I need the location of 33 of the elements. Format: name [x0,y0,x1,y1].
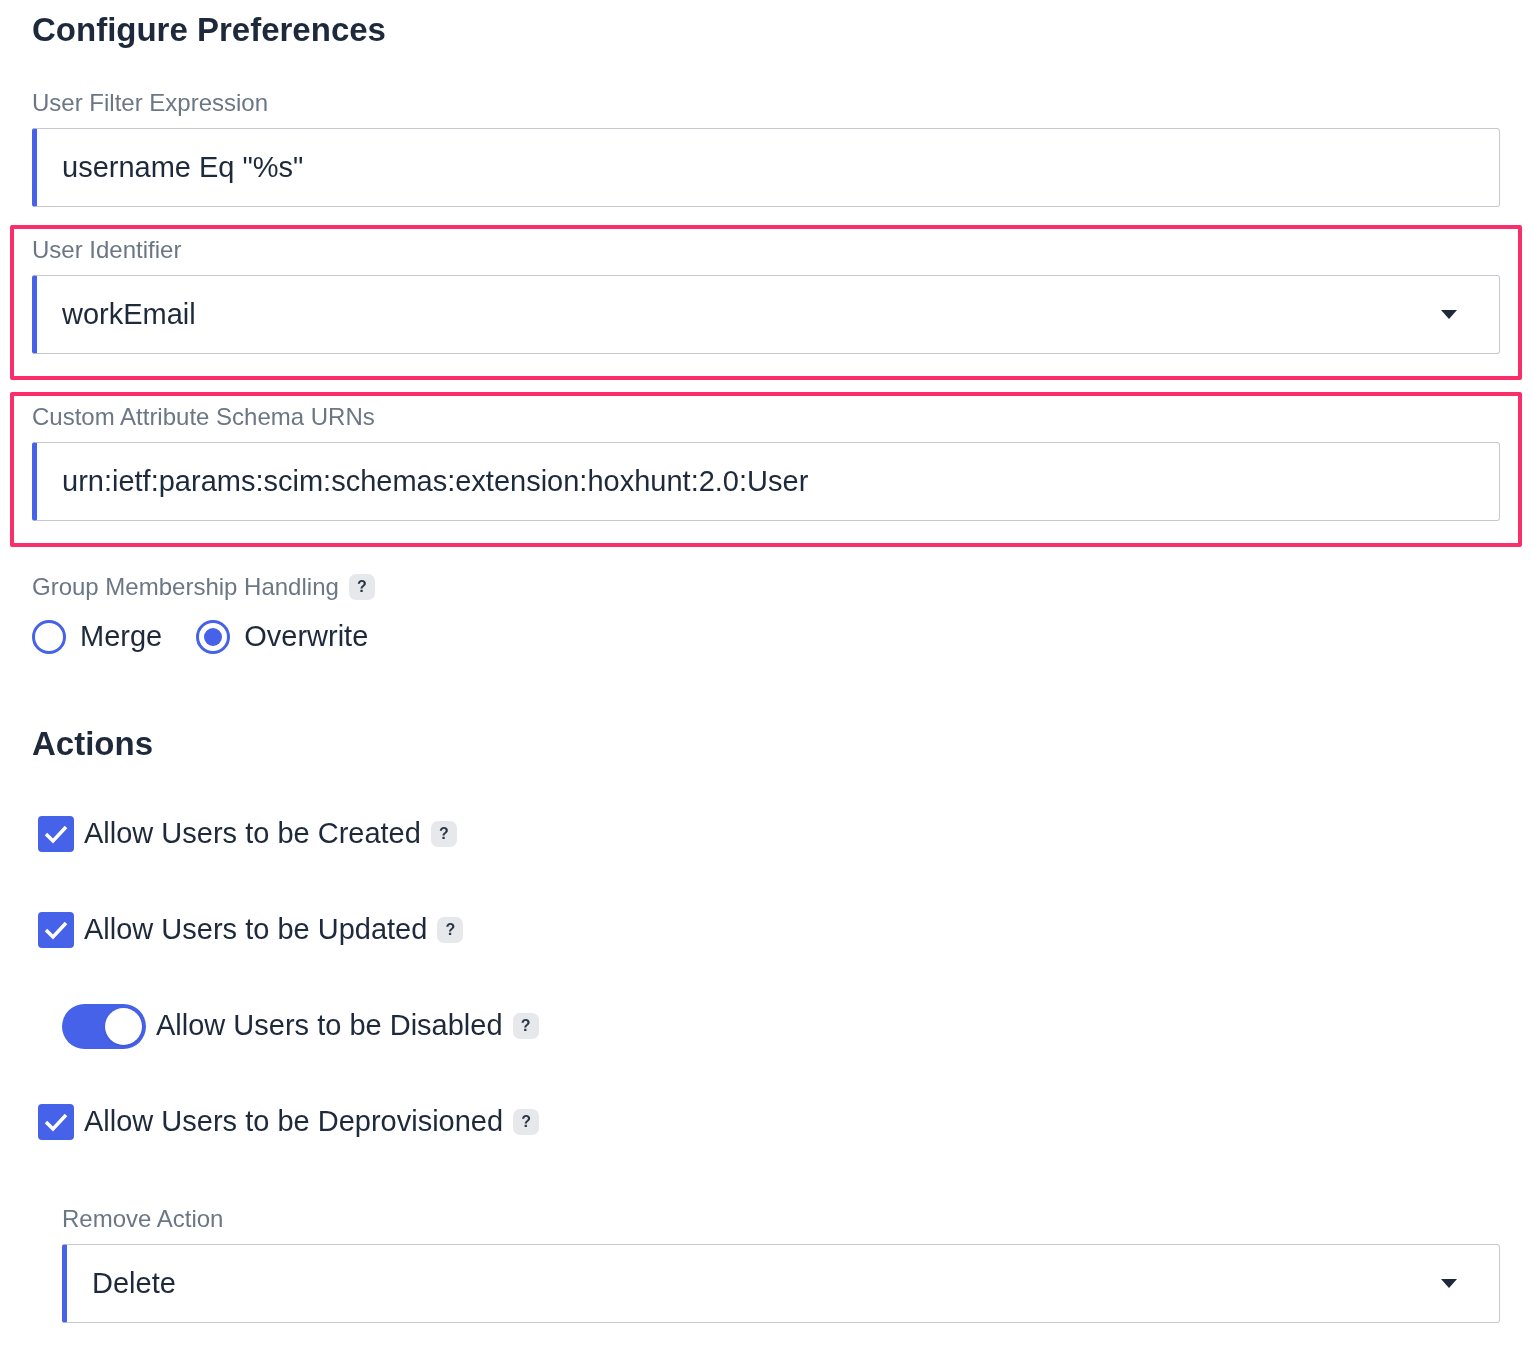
checked-checkbox[interactable] [38,912,74,948]
radio-label: Overwrite [244,619,369,654]
option-label: Allow Users to be Disabled [156,1008,503,1044]
help-badge[interactable]: ? [348,574,375,600]
radio-button[interactable] [32,619,66,654]
field-label: Remove Action [62,1204,224,1234]
radio-label: Merge [80,619,163,654]
checked-checkbox[interactable] [38,1104,74,1140]
caret-icon [1441,1279,1457,1288]
checked-checkbox[interactable] [38,816,74,852]
help-badge[interactable]: ? [430,821,457,847]
input-field[interactable]: urn:ietf:params:scim:schemas:extension:hoxhunt:2.0:User [32,442,1500,521]
field-label: Group Membership Handling [32,572,339,602]
option-label: Allow Users to be Deprovisioned [84,1104,504,1140]
select-field[interactable]: Delete [62,1244,1500,1323]
option-label: Allow Users to be Updated [84,912,428,948]
checkmark-icon [44,824,68,844]
checkmark-icon [44,1112,68,1132]
page-title: Configure Preferences [32,10,386,50]
caret-icon [1441,310,1457,319]
select-field[interactable]: workEmail [32,275,1500,354]
help-badge[interactable]: ? [437,917,464,943]
field-label: Custom Attribute Schema URNs [32,402,375,432]
section-title: Actions [32,723,153,764]
toggle-switch[interactable] [62,1003,146,1049]
field-label: User Identifier [32,235,182,265]
checkmark-icon [44,920,68,940]
input-field[interactable]: username Eq "%s" [32,128,1500,207]
option-label: Allow Users to be Created [84,816,421,852]
radio-button[interactable] [196,619,231,654]
field-label: User Filter Expression [32,88,269,118]
help-badge[interactable]: ? [512,1013,539,1039]
help-badge[interactable]: ? [513,1109,540,1135]
